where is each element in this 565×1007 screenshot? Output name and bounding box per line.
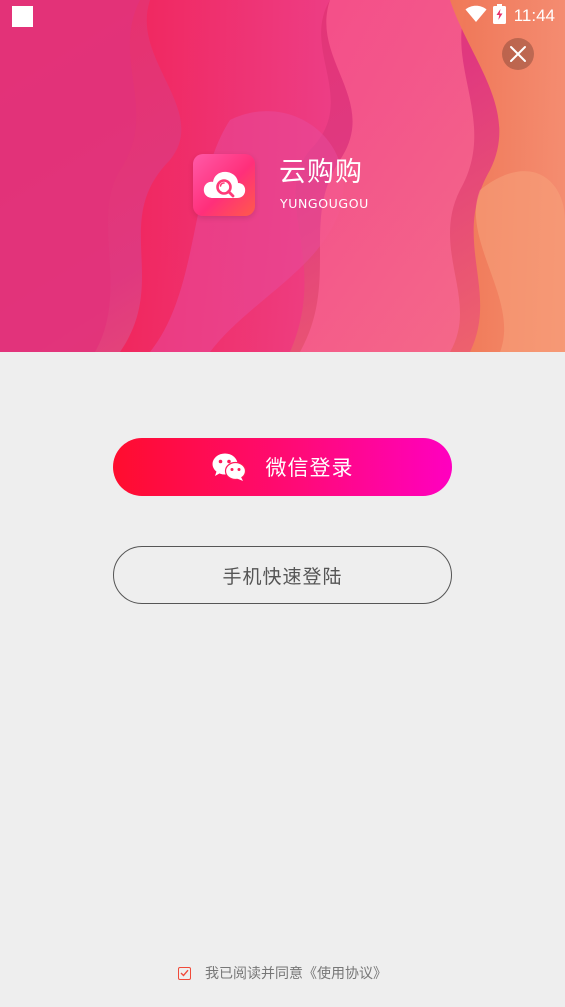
agreement-checkbox[interactable] bbox=[178, 966, 191, 980]
battery-charging-icon bbox=[492, 4, 506, 28]
status-bar: 11:44 bbox=[0, 0, 565, 34]
wechat-icon bbox=[212, 453, 246, 481]
close-icon bbox=[510, 46, 526, 62]
cloud-search-icon bbox=[203, 171, 246, 198]
check-icon bbox=[180, 969, 189, 977]
wechat-login-button[interactable]: 微信登录 bbox=[113, 438, 452, 496]
app-name-en: YUNGOUGOU bbox=[280, 196, 369, 211]
notification-square-icon bbox=[12, 6, 33, 27]
agreement-text[interactable]: 我已阅读并同意《使用协议》 bbox=[205, 963, 387, 983]
close-button[interactable] bbox=[502, 38, 534, 70]
status-icons: 11:44 bbox=[465, 4, 555, 28]
header-banner: 11:44 云购购 YUNGOUGOU bbox=[0, 0, 565, 352]
phone-login-label: 手机快速登陆 bbox=[222, 565, 343, 588]
agreement-row: 我已阅读并同意《使用协议》 bbox=[0, 963, 565, 983]
status-time: 11:44 bbox=[513, 6, 555, 25]
app-logo bbox=[193, 154, 255, 216]
wechat-login-label: 微信登录 bbox=[265, 456, 354, 480]
wifi-icon bbox=[465, 5, 487, 27]
phone-login-button[interactable]: 手机快速登陆 bbox=[113, 546, 452, 604]
app-name: 云购购 bbox=[279, 157, 363, 188]
